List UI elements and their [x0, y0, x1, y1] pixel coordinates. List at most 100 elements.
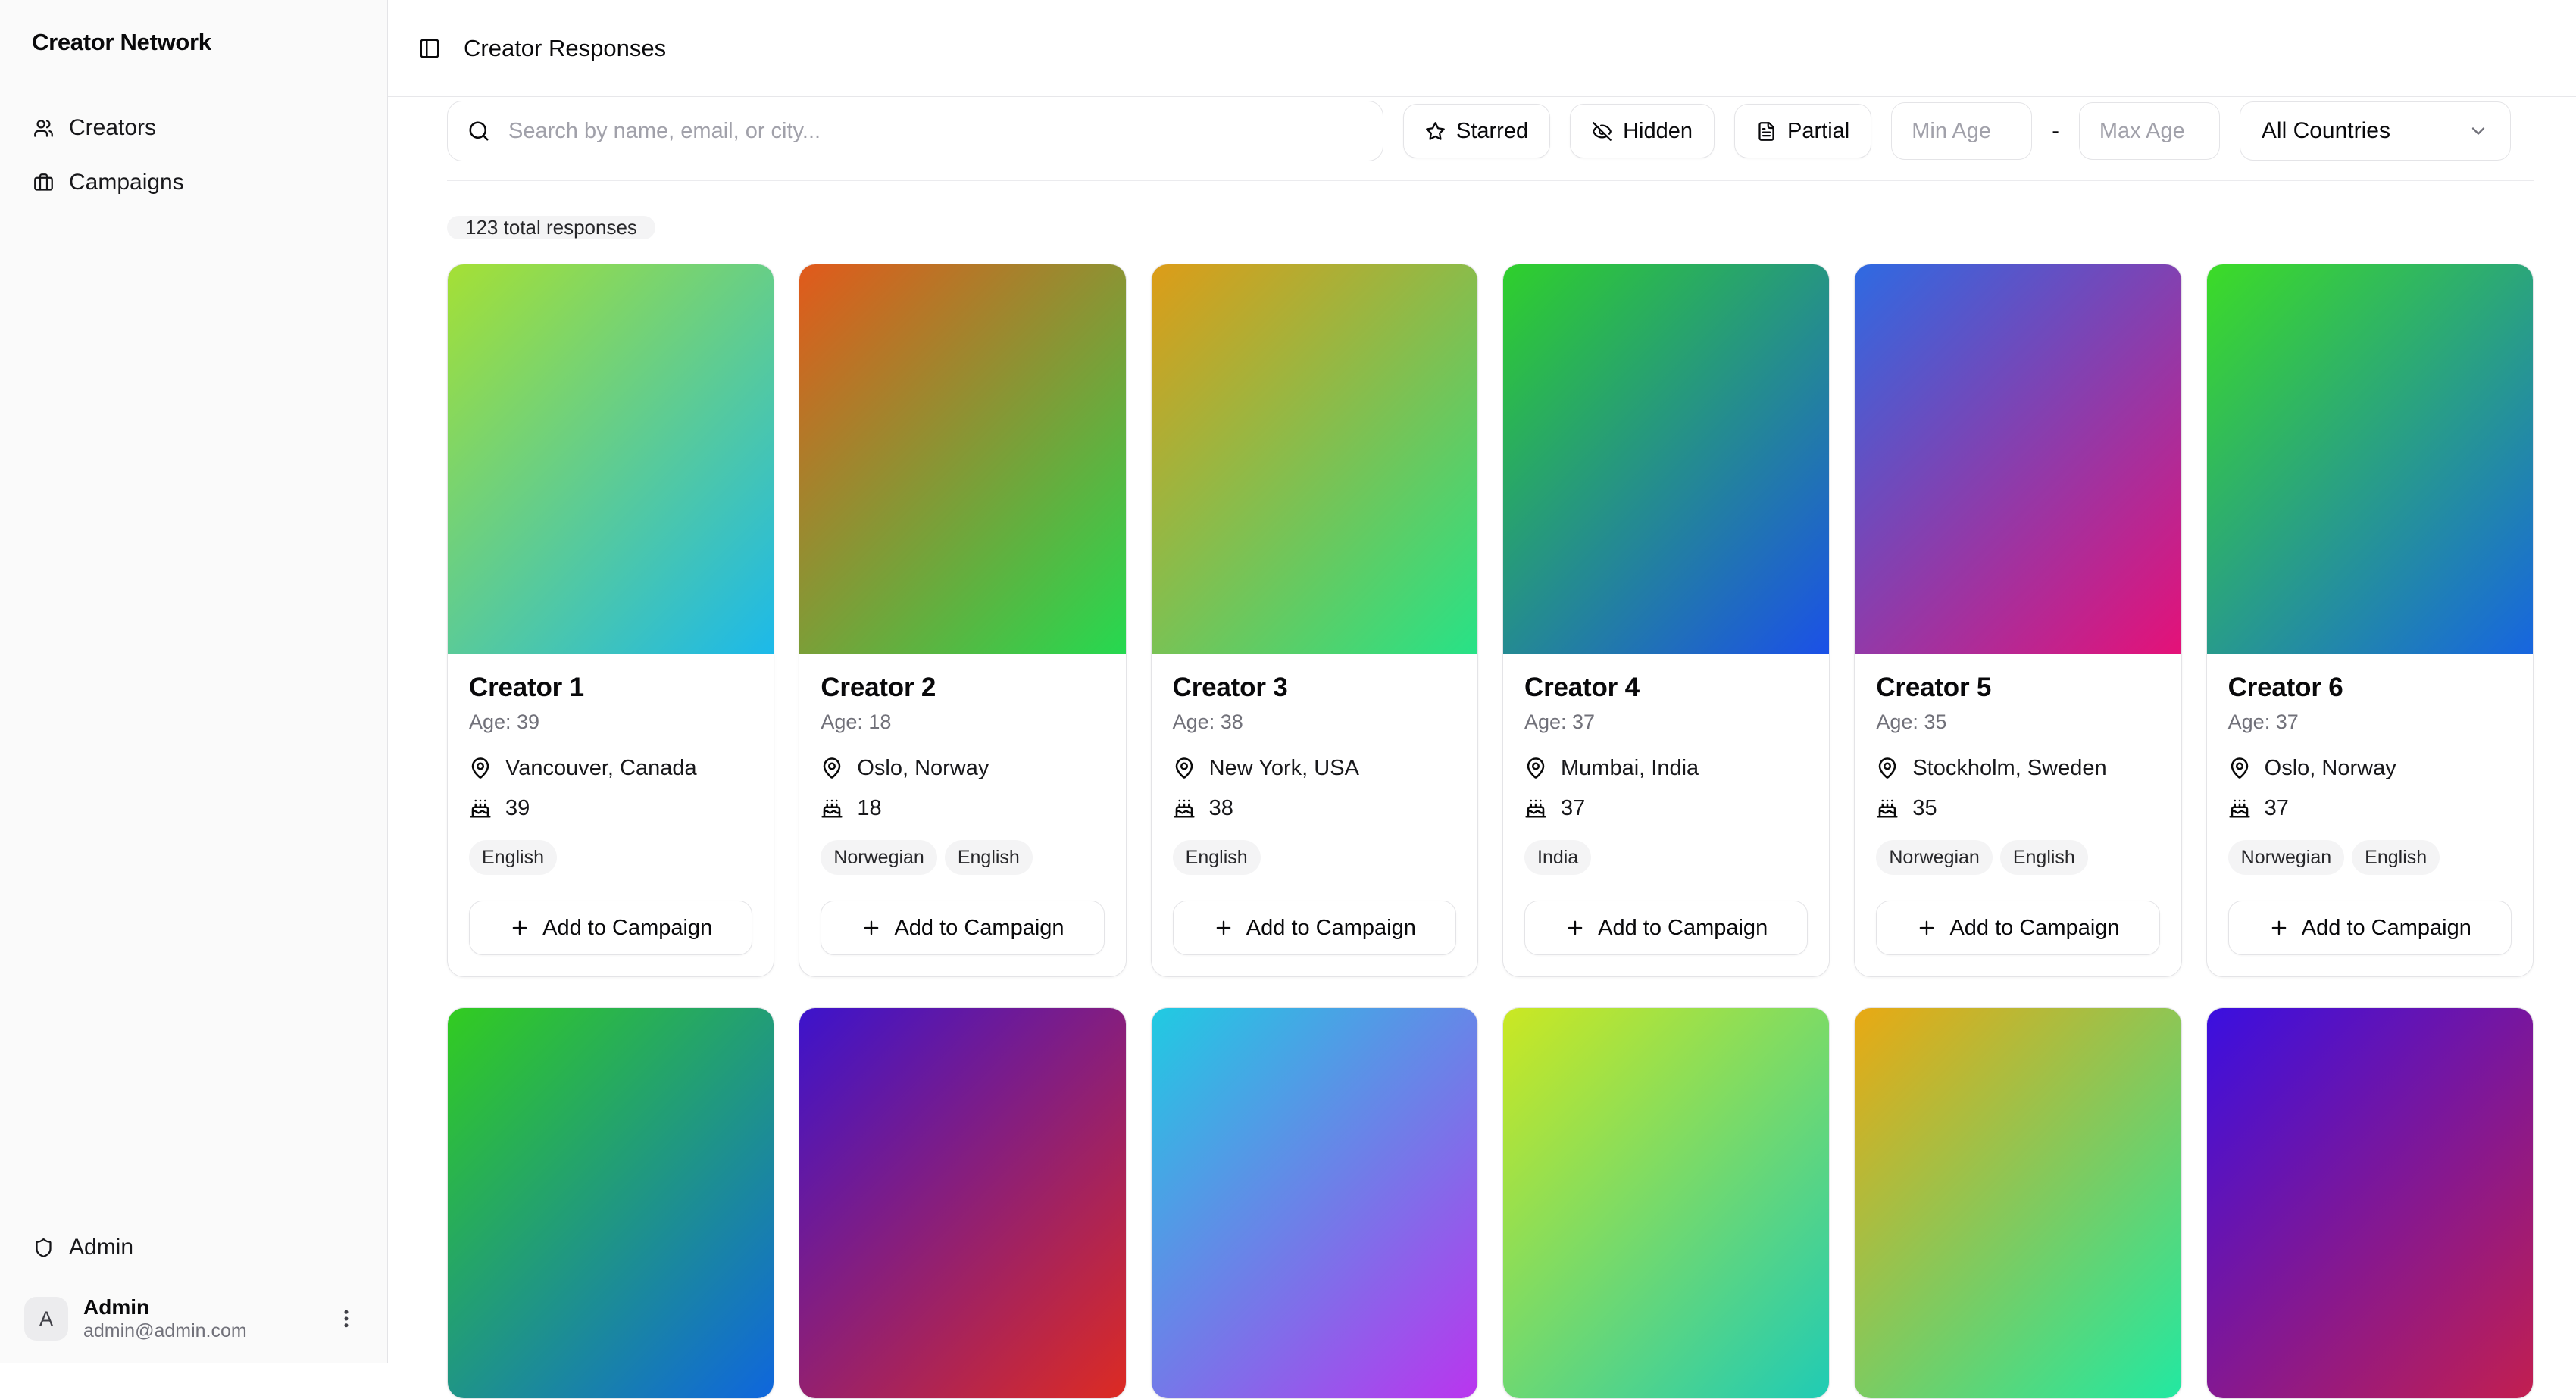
add-to-campaign-button[interactable]: Add to Campaign [1876, 901, 2159, 955]
map-pin-icon [469, 757, 492, 779]
main-area: Creator Responses Starred Hidden Partial… [388, 0, 2576, 1363]
sidebar-footer-nav: Admin [23, 1221, 364, 1274]
sidebar-nav: Creators Campaigns [23, 101, 364, 209]
age-range-separator: - [2052, 119, 2059, 144]
search-input[interactable] [507, 118, 1363, 145]
creator-name: Creator 6 [2228, 673, 2512, 703]
user-card: A Admin admin@admin.com [23, 1297, 364, 1341]
map-pin-icon [1524, 757, 1547, 779]
chevron-down-icon [2468, 120, 2489, 142]
creator-card[interactable] [447, 1007, 774, 1399]
map-pin-icon [1876, 757, 1899, 779]
creator-photo [2207, 264, 2533, 654]
creator-age-label: Age: 37 [1524, 710, 1808, 735]
creator-card[interactable]: Creator 2 Age: 18 Oslo, Norway 18 Norweg… [799, 264, 1126, 977]
plus-icon [1213, 917, 1234, 938]
sidebar-item-creators[interactable]: Creators [23, 101, 364, 155]
sidebar-item-admin[interactable]: Admin [23, 1221, 364, 1274]
creator-photo [1152, 264, 1477, 654]
language-tags: English [469, 840, 752, 875]
filter-buttons: Starred Hidden Partial [1403, 104, 1871, 158]
creator-age-label: Age: 39 [469, 710, 752, 735]
creator-photo [799, 1008, 1125, 1398]
page-title: Creator Responses [464, 35, 666, 62]
add-to-campaign-button[interactable]: Add to Campaign [1524, 901, 1808, 955]
creator-card[interactable]: Creator 6 Age: 37 Oslo, Norway 37 Norweg… [2206, 264, 2534, 977]
users-icon [33, 118, 54, 139]
creator-card[interactable]: Creator 5 Age: 35 Stockholm, Sweden 35 N… [1854, 264, 2181, 977]
add-to-campaign-button[interactable]: Add to Campaign [2228, 901, 2512, 955]
creator-card[interactable] [1502, 1007, 1830, 1399]
page-header: Creator Responses [388, 0, 2576, 97]
country-select[interactable]: All Countries [2240, 101, 2511, 161]
filter-button-starred[interactable]: Starred [1403, 104, 1550, 158]
min-age-input[interactable] [1891, 102, 2032, 160]
creator-name: Creator 4 [1524, 673, 1808, 703]
add-to-campaign-button[interactable]: Add to Campaign [821, 901, 1104, 955]
creator-birthday-age: 18 [857, 795, 881, 822]
creator-photo [1503, 264, 1829, 654]
creator-card[interactable] [1151, 1007, 1478, 1399]
cake-icon [1173, 797, 1196, 820]
user-menu-button[interactable] [330, 1302, 363, 1335]
creator-photo [799, 264, 1125, 654]
sidebar-toggle-button[interactable] [418, 37, 441, 60]
creator-card[interactable]: Creator 1 Age: 39 Vancouver, Canada 39 E… [447, 264, 774, 977]
map-pin-icon [2228, 757, 2251, 779]
sidebar: Creator Network Creators Campaigns Admin… [0, 0, 388, 1363]
file-text-icon [1756, 121, 1777, 142]
language-tags: NorwegianEnglish [1876, 840, 2159, 875]
creator-card[interactable]: Creator 3 Age: 38 New York, USA 38 Engli… [1151, 264, 1478, 977]
user-email: admin@admin.com [83, 1322, 314, 1341]
creator-location: New York, USA [1209, 754, 1359, 782]
language-tag: English [2352, 840, 2440, 875]
language-tag: Norwegian [821, 840, 937, 875]
language-tags: India [1524, 840, 1808, 875]
add-to-campaign-button[interactable]: Add to Campaign [1173, 901, 1456, 955]
cake-icon [1524, 797, 1547, 820]
cake-icon [1876, 797, 1899, 820]
app-title: Creator Network [23, 29, 364, 56]
filter-button-partial[interactable]: Partial [1734, 104, 1871, 158]
map-pin-icon [1173, 757, 1196, 779]
plus-icon [1916, 917, 1937, 938]
add-to-campaign-button[interactable]: Add to Campaign [469, 901, 752, 955]
creator-card[interactable] [1854, 1007, 2181, 1399]
creator-age-label: Age: 35 [1876, 710, 2159, 735]
language-tag: Norwegian [1876, 840, 1993, 875]
language-tag: English [469, 840, 557, 875]
creator-card[interactable] [799, 1007, 1126, 1399]
cake-icon [469, 797, 492, 820]
creator-birthday-age: 38 [1209, 795, 1233, 822]
language-tag: English [945, 840, 1033, 875]
language-tags: NorwegianEnglish [2228, 840, 2512, 875]
language-tags: NorwegianEnglish [821, 840, 1104, 875]
creator-birthday-age: 37 [2265, 795, 2289, 822]
sidebar-spacer [23, 209, 364, 1176]
filter-button-hidden[interactable]: Hidden [1570, 104, 1715, 158]
creator-card[interactable] [2206, 1007, 2534, 1399]
creator-name: Creator 5 [1876, 673, 2159, 703]
creator-photo [1503, 1008, 1829, 1398]
cake-icon [2228, 797, 2251, 820]
creator-photo [1855, 1008, 2181, 1398]
content-area: Starred Hidden Partial - All Countries 1… [388, 97, 2576, 1363]
creator-name: Creator 2 [821, 673, 1104, 703]
shield-icon [33, 1238, 54, 1258]
briefcase-icon [33, 173, 54, 193]
language-tag: English [1173, 840, 1261, 875]
max-age-input[interactable] [2079, 102, 2220, 160]
search-icon [467, 120, 490, 142]
creator-location: Mumbai, India [1561, 754, 1699, 782]
language-tag: India [1524, 840, 1591, 875]
creator-card[interactable]: Creator 4 Age: 37 Mumbai, India 37 India… [1502, 264, 1830, 977]
creator-photo [448, 264, 774, 654]
panel-left-icon [418, 37, 441, 60]
plus-icon [509, 917, 530, 938]
plus-icon [2268, 917, 2290, 938]
sidebar-item-campaigns[interactable]: Campaigns [23, 156, 364, 209]
creator-photo [2207, 1008, 2533, 1398]
creator-location: Oslo, Norway [857, 754, 989, 782]
creator-name: Creator 1 [469, 673, 752, 703]
creator-location: Stockholm, Sweden [1912, 754, 2106, 782]
